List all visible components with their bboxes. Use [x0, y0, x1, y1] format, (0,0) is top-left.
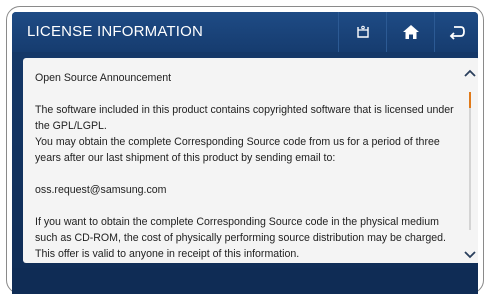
license-paragraph-offer: This offer is valid to anyone in receipt… — [35, 248, 300, 260]
license-text-panel[interactable]: Open Source Announcement The software in… — [23, 58, 478, 263]
chevron-down-icon — [464, 251, 476, 259]
announcement-heading: Open Source Announcement — [35, 72, 172, 84]
washer-tub-icon — [357, 25, 369, 38]
scroll-down-button[interactable] — [463, 248, 477, 262]
home-icon — [403, 25, 419, 39]
washer-tub-button[interactable] — [338, 12, 387, 52]
chevron-up-icon — [464, 69, 476, 77]
license-paragraph-gpl: The software included in this product co… — [35, 104, 454, 132]
screen: LICENSE INFORMATION Open Source Announce… — [12, 12, 478, 294]
license-paragraph-medium: If you want to obtain the complete Corre… — [35, 216, 446, 244]
scroll-up-button[interactable] — [463, 66, 477, 80]
page-title: LICENSE INFORMATION — [27, 23, 204, 40]
back-button[interactable] — [434, 12, 478, 52]
header-bar: LICENSE INFORMATION — [12, 12, 478, 52]
scroll-thumb[interactable] — [469, 92, 471, 108]
scrollbar[interactable] — [463, 66, 477, 259]
footer-bar — [12, 268, 478, 294]
scroll-track[interactable] — [469, 92, 471, 230]
contact-email: oss.request@samsung.com — [35, 184, 167, 196]
license-text: Open Source Announcement The software in… — [35, 70, 455, 262]
license-paragraph-source: You may obtain the complete Correspondin… — [35, 136, 440, 164]
home-button[interactable] — [386, 12, 435, 52]
back-icon — [449, 26, 465, 40]
